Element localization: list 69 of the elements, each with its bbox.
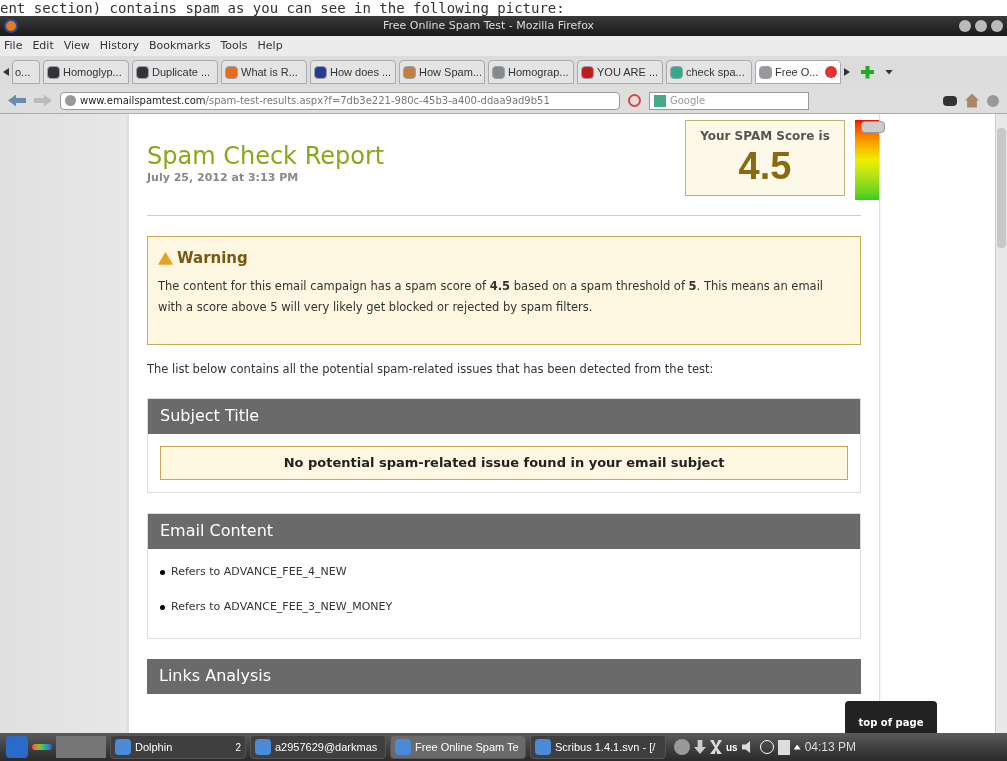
browser-tab[interactable]: Free O... xyxy=(755,60,841,84)
tab-icon xyxy=(759,65,772,79)
tab-icon xyxy=(581,65,594,79)
keyboard-layout[interactable]: us xyxy=(726,739,738,755)
window-control-icon[interactable] xyxy=(991,20,1003,32)
warning-text: The content for this email campaign has a spam score of 4.5 based on a spam threshold of 5. This means an email with a score above 5 will very likely get blocked or rejected by spam filters. xyxy=(158,277,825,316)
section-header: Links Analysis xyxy=(147,658,861,694)
report-title: Spam Check Report xyxy=(147,142,385,170)
dropdown-icon[interactable] xyxy=(885,69,893,75)
section-header: Subject Title xyxy=(148,398,860,434)
warning-icon xyxy=(158,251,173,265)
browser-tab[interactable]: Duplicate ... xyxy=(132,60,218,84)
report-date: July 25, 2012 at 3:13 PM xyxy=(147,170,300,186)
download-icon[interactable] xyxy=(694,740,706,754)
notice-text: No potential spam-related issue found in your email subject xyxy=(283,454,725,472)
top-of-page-button[interactable]: top of page xyxy=(845,701,937,733)
tab-icon xyxy=(136,65,149,79)
tab-icon xyxy=(47,65,60,79)
scroll-right-icon[interactable] xyxy=(844,68,850,76)
issue-text: Refers to ADVANCE_FEE_3_NEW_MONEY xyxy=(171,599,393,616)
section-header: Email Content xyxy=(148,513,860,549)
tray-expand-icon[interactable] xyxy=(793,744,801,750)
warning-title: Warning xyxy=(177,248,248,269)
menu-item[interactable]: Help xyxy=(257,37,283,55)
issue-text: Refers to ADVANCE_FEE_4_NEW xyxy=(171,563,347,580)
app-icon xyxy=(255,739,271,755)
browser-tab[interactable]: Homoglyp... xyxy=(43,60,129,84)
scrollbar[interactable] xyxy=(995,114,1007,733)
taskbar-task[interactable]: Dolphin 2 xyxy=(110,735,246,759)
bullet-icon xyxy=(160,569,165,575)
menu-item[interactable]: View xyxy=(63,37,90,55)
browser-tab[interactable]: check spa... xyxy=(666,60,752,84)
tab-icon xyxy=(314,65,327,79)
app-icon xyxy=(535,739,551,755)
browser-tab[interactable]: Homograp... xyxy=(488,60,574,84)
menu-item[interactable]: Tools xyxy=(220,37,248,55)
task-count: 2 xyxy=(235,740,241,755)
browser-tab[interactable]: How does ... xyxy=(310,60,396,84)
browser-tab[interactable]: o... xyxy=(12,60,40,84)
score-value: 4.5 xyxy=(738,145,792,187)
menu-item[interactable]: History xyxy=(99,37,139,55)
taskbar-task[interactable]: Free Online Spam Te xyxy=(390,735,526,759)
app-icon xyxy=(115,739,131,755)
window-control-icon[interactable] xyxy=(959,20,971,32)
url-text: www.emailspamtest.com/spam-test-results.aspx?f=7db3e221-980c-45b3-a400-ddaa9ad9b51 xyxy=(80,94,550,108)
menu-item[interactable]: File xyxy=(4,37,23,55)
browser-tab[interactable]: YOU ARE ... xyxy=(577,60,663,84)
close-icon[interactable] xyxy=(825,66,837,78)
score-label: Your SPAM Score is xyxy=(700,128,830,145)
window-title: Free Online Spam Test - Mozilla Firefox xyxy=(382,17,595,34)
bullet-icon xyxy=(160,605,165,610)
stop-icon[interactable] xyxy=(628,94,641,107)
taskbar-task[interactable]: a2957629@darkmas xyxy=(250,735,386,759)
tab-icon xyxy=(492,65,505,79)
clock[interactable]: 04:13 PM xyxy=(804,738,857,756)
scroll-left-icon[interactable] xyxy=(3,68,9,76)
menu-item[interactable]: Bookmarks xyxy=(149,37,211,55)
window-control-icon[interactable] xyxy=(975,20,987,32)
caption-text: ent section) contains spam as you can see in the following picture: xyxy=(0,0,565,16)
menu-item[interactable]: Edit xyxy=(32,37,54,55)
browser-tab[interactable]: How Spam... xyxy=(399,60,485,84)
intro-text: The list below contains all the potential spam-related issues that has been detected from the test: xyxy=(147,360,715,378)
taskbar-task[interactable]: Scribus 1.4.1.svn - [/ xyxy=(530,735,666,759)
tab-icon xyxy=(225,65,238,79)
browser-tab[interactable]: What is R... xyxy=(221,60,307,84)
tab-icon xyxy=(403,65,416,79)
tab-icon xyxy=(670,65,683,79)
app-icon xyxy=(395,739,411,755)
address-field[interactable]: www.emailspamtest.com/spam-test-results.aspx?f=7db3e221-980c-45b3-a400-ddaa9ad9b51 xyxy=(60,91,620,110)
